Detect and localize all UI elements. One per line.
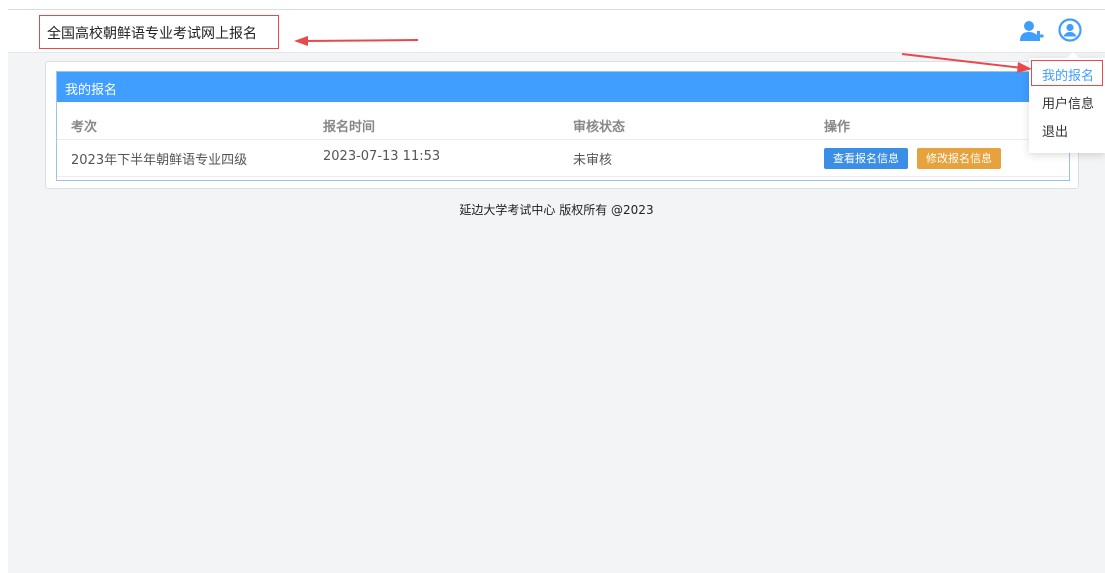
edit-registration-button[interactable]: 修改报名信息 — [917, 148, 1001, 169]
user-dropdown-menu: 我的报名 用户信息 退出 — [1029, 52, 1105, 153]
cell-exam: 2023年下半年朝鲜语专业四级 — [71, 153, 248, 168]
panel-title: 我的报名 — [65, 83, 118, 98]
registration-card: 我的报名 考次 报名时间 审核状态 操作 2023年下半年朝鲜语专业四级 202… — [45, 61, 1079, 189]
table-divider — [57, 139, 1069, 140]
menu-item-my-registration[interactable]: 我的报名 — [1042, 65, 1094, 84]
app-frame: 全国高校朝鲜语专业考试网上报名 我的报名 考次 报名时间 审核状态 操作 202… — [8, 9, 1105, 573]
user-add-icon[interactable] — [1020, 20, 1046, 42]
menu-item-user-info[interactable]: 用户信息 — [1042, 93, 1094, 112]
column-header-time: 报名时间 — [323, 120, 376, 135]
site-title-highlight: 全国高校朝鲜语专业考试网上报名 — [39, 15, 279, 49]
user-circle-icon[interactable] — [1058, 18, 1082, 42]
column-header-actions: 操作 — [824, 120, 851, 135]
table-divider — [57, 176, 1069, 177]
top-navbar: 全国高校朝鲜语专业考试网上报名 — [8, 10, 1105, 53]
footer-copyright: 延边大学考试中心 版权所有 @2023 — [459, 203, 654, 217]
column-header-status: 审核状态 — [573, 120, 626, 135]
cell-time: 2023-07-13 11:53 — [323, 149, 441, 164]
site-title: 全国高校朝鲜语专业考试网上报名 — [47, 26, 257, 42]
panel-header: 我的报名 — [57, 72, 1069, 102]
my-registration-panel: 我的报名 考次 报名时间 审核状态 操作 2023年下半年朝鲜语专业四级 202… — [56, 71, 1070, 181]
column-header-exam: 考次 — [71, 120, 98, 135]
cell-status: 未审核 — [573, 153, 613, 168]
menu-item-logout[interactable]: 退出 — [1042, 121, 1068, 140]
view-registration-button[interactable]: 查看报名信息 — [824, 148, 908, 169]
